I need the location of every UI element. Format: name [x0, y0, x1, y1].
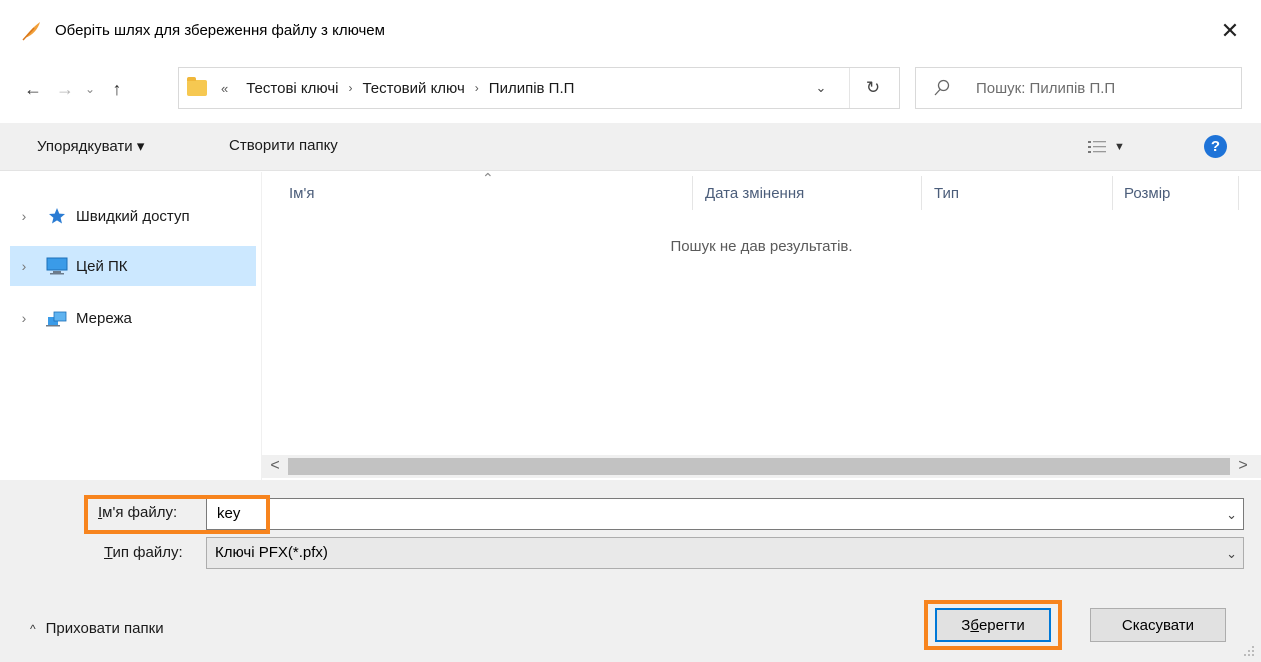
sidebar-item-label: Швидкий доступ: [76, 207, 190, 225]
breadcrumb-item[interactable]: Тестовий ключ: [362, 80, 464, 97]
column-divider[interactable]: [692, 176, 693, 210]
sidebar-item-label: Мережа: [76, 309, 132, 327]
navigation-pane: › Швидкий доступ › Цей ПК › Мережа: [0, 172, 262, 482]
forward-button[interactable]: →: [52, 76, 78, 102]
details-view-icon: [1088, 141, 1106, 153]
chevron-down-icon[interactable]: ⌄: [1226, 546, 1237, 562]
column-divider[interactable]: [1238, 176, 1239, 210]
resize-grip-icon[interactable]: [1240, 642, 1256, 658]
filename-highlight: [84, 495, 270, 534]
address-divider: [849, 68, 850, 108]
expand-chevron-icon[interactable]: ›: [14, 208, 34, 224]
filetype-label-accesskey: Т: [104, 544, 113, 561]
folder-icon: [187, 77, 207, 96]
breadcrumb-separator[interactable]: ›: [475, 81, 479, 95]
column-header-type[interactable]: Тип: [934, 185, 959, 202]
sort-ascending-icon: ⌃: [482, 170, 494, 186]
command-bar: Упорядкувати ▾ Створити папку ▼ ?: [0, 123, 1261, 171]
filetype-label: Тип файлу:: [104, 544, 183, 561]
organize-button[interactable]: Упорядкувати ▾: [37, 137, 144, 155]
expand-chevron-icon[interactable]: ›: [14, 310, 34, 326]
search-icon: [934, 79, 950, 96]
column-header-name[interactable]: Ім'я: [289, 185, 314, 202]
chevron-down-icon[interactable]: ⌄: [1226, 507, 1237, 523]
filetype-label-text: ип файлу:: [112, 544, 183, 561]
hide-folders-label: Приховати папки: [45, 620, 164, 637]
new-folder-button[interactable]: Створити папку: [229, 137, 338, 154]
recent-locations-button[interactable]: ⌄: [80, 76, 100, 102]
sidebar-item-label: Цей ПК: [76, 257, 128, 275]
expand-chevron-icon[interactable]: ›: [14, 258, 34, 274]
breadcrumb-separator[interactable]: ›: [348, 81, 352, 95]
sidebar-item-this-pc[interactable]: › Цей ПК: [10, 246, 256, 286]
filetype-select[interactable]: Ключі PFX(*.pfx) ⌄: [206, 537, 1244, 569]
breadcrumb-item[interactable]: Тестові ключі: [246, 80, 338, 97]
back-button[interactable]: ←: [20, 76, 46, 102]
column-header-date[interactable]: Дата змінення: [705, 185, 804, 202]
file-list[interactable]: ⌃ Ім'я Дата змінення Тип Розмір Пошук не…: [262, 170, 1261, 455]
scroll-right-button[interactable]: >: [1234, 457, 1252, 475]
sidebar-item-network[interactable]: › Мережа: [10, 298, 256, 338]
scroll-left-button[interactable]: <: [266, 457, 284, 475]
title-bar: Оберіть шлях для збереження файлу з ключ…: [0, 0, 1261, 64]
help-button[interactable]: ?: [1204, 135, 1227, 158]
filename-field[interactable]: key ⌄: [206, 498, 1244, 530]
scrollbar-thumb[interactable]: [288, 458, 1230, 475]
column-divider[interactable]: [921, 176, 922, 210]
cancel-button[interactable]: Скасувати: [1090, 608, 1226, 642]
computer-icon: [46, 256, 68, 276]
save-highlight: [924, 600, 1062, 650]
search-placeholder: Пошук: Пилипів П.П: [976, 80, 1116, 97]
address-bar[interactable]: « Тестові ключі › Тестовий ключ › Пилипі…: [178, 67, 900, 109]
star-icon: [46, 206, 68, 226]
column-divider[interactable]: [1112, 176, 1113, 210]
up-button[interactable]: ↑: [104, 76, 130, 102]
feather-icon: [22, 22, 40, 41]
refresh-button[interactable]: ↻: [859, 76, 887, 100]
sidebar-item-quick-access[interactable]: › Швидкий доступ: [10, 196, 256, 236]
save-options-panel: Ім'я файлу: key ⌄ Тип файлу: Ключі PFX(*…: [0, 480, 1261, 662]
breadcrumb-overflow[interactable]: «: [221, 81, 228, 96]
filetype-value: Ключі PFX(*.pfx): [215, 544, 328, 561]
horizontal-scrollbar[interactable]: < >: [262, 455, 1261, 478]
column-header-size[interactable]: Розмір: [1124, 185, 1170, 202]
chevron-up-icon: ^: [30, 621, 36, 636]
close-button[interactable]: ✕: [1210, 14, 1250, 48]
view-options-button[interactable]: ▼: [1088, 137, 1134, 157]
search-input[interactable]: Пошук: Пилипів П.П: [915, 67, 1242, 109]
network-icon: [46, 308, 68, 328]
window-title: Оберіть шлях для збереження файлу з ключ…: [55, 22, 385, 39]
breadcrumb-item[interactable]: Пилипів П.П: [489, 80, 575, 97]
chevron-down-icon: ▼: [1114, 141, 1125, 153]
address-dropdown-button[interactable]: ⌄: [807, 78, 835, 98]
empty-results-message: Пошук не дав результатів.: [670, 238, 853, 255]
hide-folders-button[interactable]: ^ Приховати папки: [30, 620, 164, 637]
